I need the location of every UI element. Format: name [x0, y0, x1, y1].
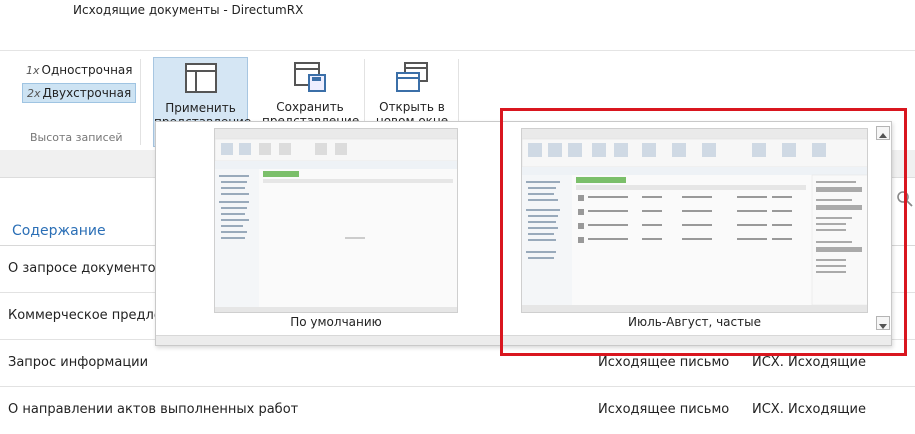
save-view-line1: Сохранить: [276, 100, 344, 114]
save-view-icon: [294, 62, 326, 92]
row-content: О направлении актов выполненных работ: [8, 402, 299, 417]
new-window-icon: [396, 62, 428, 92]
row-height-double-prefix: 2x: [27, 86, 41, 100]
row-register: ИСХ. Исходящие: [752, 355, 866, 370]
row-register: ИСХ. Исходящие: [752, 402, 866, 417]
view-preview-image: [215, 129, 457, 312]
row-height-single-prefix: 1x: [26, 63, 40, 77]
row-doc-type: Исходящее письмо: [598, 402, 730, 417]
row-height-double-option[interactable]: 2x Двухстрочная: [22, 83, 137, 103]
row-height-single-label: Однострочная: [41, 63, 133, 77]
open-new-window-line1: Открыть в: [379, 100, 445, 114]
view-label-default: По умолчанию: [290, 315, 382, 329]
apply-view-icon: [184, 63, 217, 93]
row-content: Запрос информации: [8, 355, 149, 370]
title-bar: Исходящие документы - DirectumRX: [0, 0, 915, 50]
row-height-group-caption: Высота записей: [30, 131, 123, 144]
highlight-frame: [500, 108, 907, 356]
apply-view-line1: Применить: [165, 101, 236, 115]
row-content: О запросе документов: [8, 261, 164, 276]
row-content: Коммерческое предлож: [8, 308, 174, 323]
row-doc-type: Исходящее письмо: [598, 355, 730, 370]
column-header-content[interactable]: Содержание: [12, 223, 106, 239]
table-row[interactable]: О направлении актов выполненных работ Ис…: [0, 388, 915, 434]
view-thumbnail-default[interactable]: [214, 128, 458, 313]
row-height-single-option[interactable]: 1x Однострочная: [22, 60, 137, 80]
ribbon-separator: [140, 59, 141, 145]
row-height-double-label: Двухстрочная: [42, 86, 132, 100]
window-title: Исходящие документы - DirectumRX: [73, 3, 304, 17]
